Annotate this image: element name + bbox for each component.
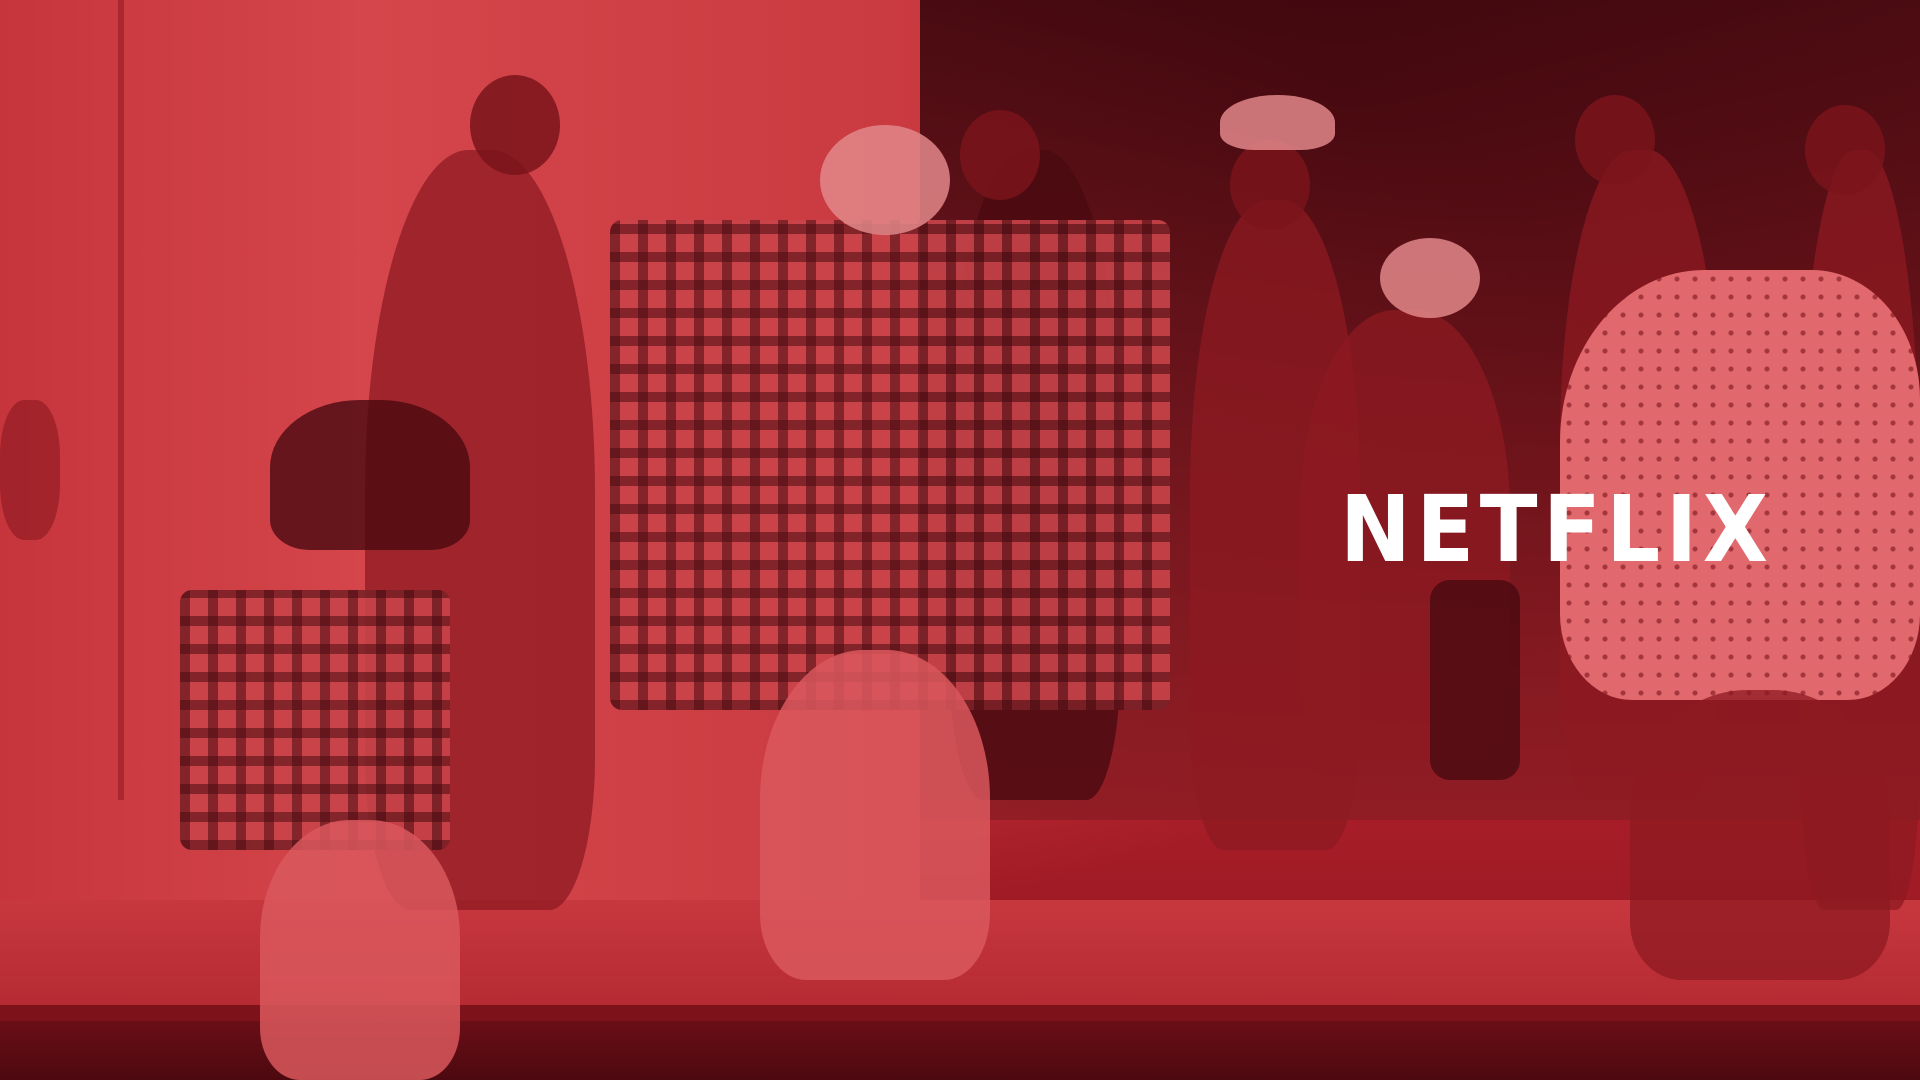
dancer-top [270, 400, 470, 550]
dancer-plaid-shorts [180, 590, 450, 850]
wall-stain [0, 400, 60, 540]
dancer-plaid-shirt [610, 220, 1170, 710]
onlooker-head [1805, 105, 1885, 195]
onlooker-head [470, 75, 560, 175]
onlooker-head [1230, 140, 1310, 230]
dancer-pants [1630, 690, 1890, 980]
hero-image: NETFLIX [0, 0, 1920, 1080]
dancer-legs [260, 820, 460, 1080]
drum [1430, 580, 1520, 780]
wall-pipe [118, 0, 124, 800]
dancer-pants [760, 650, 990, 980]
dancer-cap [820, 125, 950, 235]
onlooker-head [960, 110, 1040, 200]
hat [1220, 95, 1335, 150]
netflix-logo: NETFLIX [1340, 476, 1774, 583]
onlooker-head [1575, 95, 1655, 185]
cap [1380, 238, 1480, 318]
